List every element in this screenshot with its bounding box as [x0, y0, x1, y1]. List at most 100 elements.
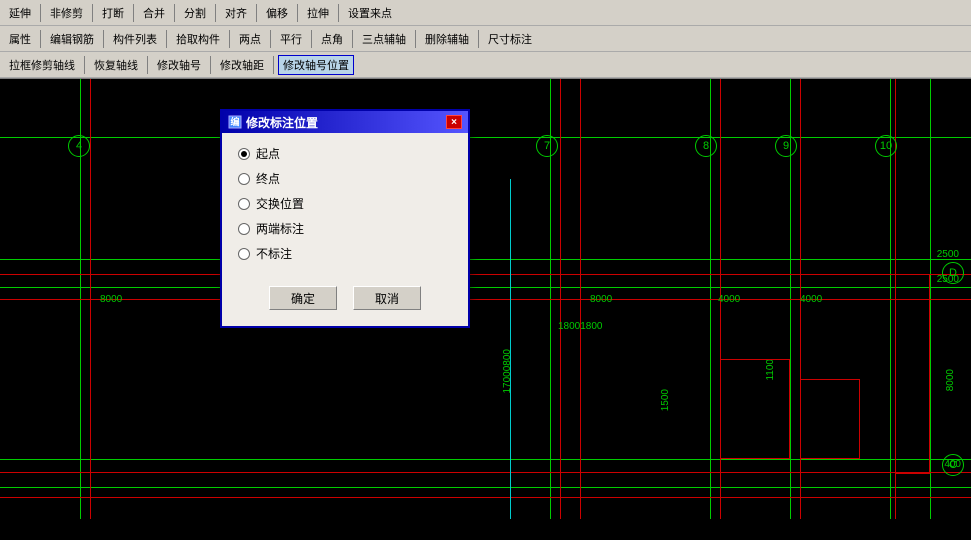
- setpoint-btn[interactable]: 设置来点: [343, 3, 397, 23]
- pick-component-btn[interactable]: 拾取构件: [171, 29, 225, 49]
- dialog-body: 起点 终点 交换位置 两端标注: [222, 133, 468, 326]
- sep4: [174, 4, 175, 22]
- radio-none[interactable]: 不标注: [238, 245, 452, 262]
- radio-none-label: 不标注: [256, 245, 292, 262]
- radio-swap[interactable]: 交换位置: [238, 195, 452, 212]
- sep8: [338, 4, 339, 22]
- toolbar-row-2: 属性 编辑钢筋 构件列表 拾取构件 两点 平行 点角 三点辅轴: [0, 26, 971, 52]
- sep9: [40, 30, 41, 48]
- red-v-2: [560, 79, 561, 519]
- restore-axis-btn[interactable]: 恢复轴线: [89, 55, 143, 75]
- grid-h-5: [0, 487, 971, 488]
- grid-h-3: [0, 287, 971, 288]
- delete-aux-btn[interactable]: 删除辅轴: [420, 29, 474, 49]
- offset-btn[interactable]: 偏移: [261, 3, 293, 23]
- dialog-close-button[interactable]: ×: [446, 115, 462, 129]
- red-v-1: [90, 79, 91, 519]
- dim-2500-top: 2500: [937, 249, 959, 260]
- axis-circle-4: 4: [68, 135, 90, 157]
- dialog-buttons: 确定 取消: [238, 278, 452, 314]
- box-trim-btn[interactable]: 拉框修剪轴线: [4, 55, 80, 75]
- red-v-3: [580, 79, 581, 519]
- radio-both[interactable]: 两端标注: [238, 220, 452, 237]
- radio-both-label: 两端标注: [256, 220, 304, 237]
- align-btn[interactable]: 对齐: [220, 3, 252, 23]
- sep14: [311, 30, 312, 48]
- axis-circle-9: 9: [775, 135, 797, 157]
- modify-axis-num-btn[interactable]: 修改轴号: [152, 55, 206, 75]
- modify-axis-pos-btn[interactable]: 修改轴号位置: [278, 55, 354, 75]
- svg-text:编: 编: [230, 116, 239, 127]
- break-btn[interactable]: 打断: [97, 3, 129, 23]
- dimension-btn[interactable]: 尺寸标注: [483, 29, 537, 49]
- red-rect-1: [720, 359, 790, 459]
- split-btn[interactable]: 分割: [179, 3, 211, 23]
- angle-btn[interactable]: 点角: [316, 29, 348, 49]
- grid-h-2: [0, 259, 971, 260]
- twopoint-btn[interactable]: 两点: [234, 29, 266, 49]
- sep2: [92, 4, 93, 22]
- parallel-btn[interactable]: 平行: [275, 29, 307, 49]
- radio-end-label: 终点: [256, 170, 280, 187]
- red-rect-3: [895, 274, 930, 474]
- axis-circle-10: 10: [875, 135, 897, 157]
- dialog-title-text: 修改标注位置: [246, 114, 318, 131]
- sep11: [166, 30, 167, 48]
- sep3: [133, 4, 134, 22]
- cancel-button[interactable]: 取消: [353, 286, 421, 310]
- radio-both-input[interactable]: [238, 223, 250, 235]
- join-btn[interactable]: 合并: [138, 3, 170, 23]
- dialog-titlebar[interactable]: 编 修改标注位置 ×: [222, 111, 468, 133]
- radio-start-input[interactable]: [238, 148, 250, 160]
- axis-circle-7: 7: [536, 135, 558, 157]
- radio-start[interactable]: 起点: [238, 145, 452, 162]
- grid-h-1: [0, 137, 971, 138]
- sep16: [415, 30, 416, 48]
- sep19: [147, 56, 148, 74]
- dim-17000800: 17000800: [502, 349, 513, 394]
- red-h-4: [0, 497, 971, 498]
- extend-btn[interactable]: 延伸: [4, 3, 36, 23]
- dialog-title-left: 编 修改标注位置: [228, 114, 318, 131]
- radio-none-input[interactable]: [238, 248, 250, 260]
- red-h-1: [0, 274, 971, 275]
- sep13: [270, 30, 271, 48]
- edit-rebar-btn[interactable]: 编辑钢筋: [45, 29, 99, 49]
- sep6: [256, 4, 257, 22]
- threepoint-btn[interactable]: 三点辅轴: [357, 29, 411, 49]
- radio-swap-label: 交换位置: [256, 195, 304, 212]
- stretch-btn[interactable]: 拉伸: [302, 3, 334, 23]
- sep5: [215, 4, 216, 22]
- dialog-title-icon: 编: [228, 115, 242, 129]
- toolbar-row-1: 延伸 非修剪 打断 合并 分割 对齐 偏移 拉伸 设置来点: [0, 0, 971, 26]
- radio-end[interactable]: 终点: [238, 170, 452, 187]
- sep1: [40, 4, 41, 22]
- dim-4000-2: 4000: [800, 294, 822, 305]
- radio-start-label: 起点: [256, 145, 280, 162]
- sep12: [229, 30, 230, 48]
- radio-group: 起点 终点 交换位置 两端标注: [238, 145, 452, 262]
- red-h-2: [0, 299, 971, 300]
- ok-button[interactable]: 确定: [269, 286, 337, 310]
- modify-axis-dist-btn[interactable]: 修改轴距: [215, 55, 269, 75]
- sep18: [84, 56, 85, 74]
- red-h-3: [0, 472, 971, 473]
- radio-swap-input[interactable]: [238, 198, 250, 210]
- trim-btn[interactable]: 非修剪: [45, 3, 88, 23]
- attr-btn[interactable]: 属性: [4, 29, 36, 49]
- component-list-btn[interactable]: 构件列表: [108, 29, 162, 49]
- dim-18001800: 18001800: [558, 321, 603, 332]
- grid-h-4: [0, 459, 971, 460]
- radio-end-input[interactable]: [238, 173, 250, 185]
- dim-1500: 1500: [660, 389, 671, 411]
- sep7: [297, 4, 298, 22]
- axis-circle-8: 8: [695, 135, 717, 157]
- cad-drawing-area: 4 7 8 9 10 D C 8000 8000 4000 4000 18001…: [0, 79, 971, 519]
- modify-position-dialog[interactable]: 编 修改标注位置 × 起点: [220, 109, 470, 328]
- dim-8000-right: 8000: [590, 294, 612, 305]
- sep20: [210, 56, 211, 74]
- sep17: [478, 30, 479, 48]
- dim-2500-bot: 2500: [937, 274, 959, 285]
- sep10: [103, 30, 104, 48]
- dim-8000-v: 8000: [945, 369, 956, 391]
